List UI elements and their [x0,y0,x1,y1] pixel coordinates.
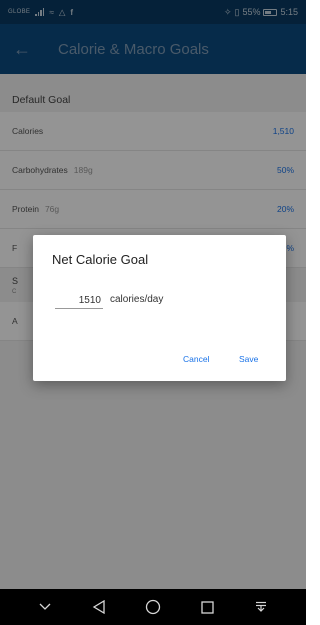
triangle-back-icon [92,600,105,614]
save-button[interactable]: Save [239,354,258,364]
recents-nav-button[interactable] [192,592,222,622]
back-nav-button[interactable] [84,592,114,622]
cancel-button[interactable]: Cancel [183,354,209,364]
navigation-bar [0,589,306,625]
calorie-input-wrapper [55,292,103,309]
square-recents-icon [200,600,214,614]
pull-down-icon [256,601,266,612]
notification-pull-button[interactable] [246,592,276,622]
chevron-down-icon [39,603,51,610]
calorie-goal-input[interactable] [55,294,101,306]
net-calorie-goal-dialog: Net Calorie Goal calories/day Cancel Sav… [33,235,286,381]
calorie-unit-label: calories/day [110,294,164,305]
dialog-title: Net Calorie Goal [52,252,149,267]
circle-home-icon [145,599,161,615]
home-nav-button[interactable] [138,592,168,622]
collapse-nav-button[interactable] [30,592,60,622]
